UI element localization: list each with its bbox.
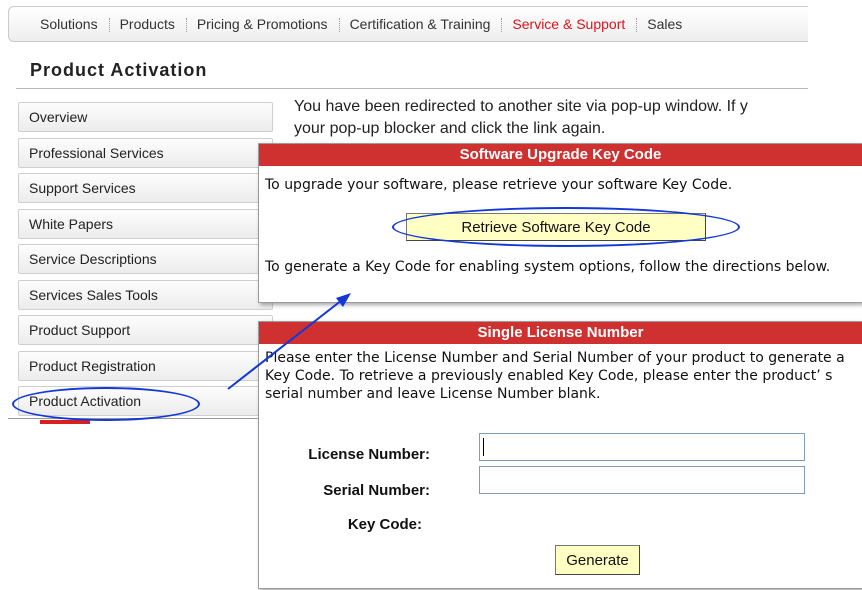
license-panel-header: Single License Number	[259, 322, 862, 344]
serial-number-label: Serial Number:	[323, 482, 430, 499]
nav-item-sales[interactable]: Sales	[636, 16, 693, 32]
retrieve-button-highlight-oval	[392, 207, 740, 247]
sidebar-item-white-papers[interactable]: White Papers	[18, 208, 273, 239]
redirect-message: You have been redirected to another site…	[294, 96, 808, 140]
title-divider	[16, 88, 808, 89]
license-number-label: License Number:	[308, 446, 430, 463]
nav-item-pricing-promotions[interactable]: Pricing & Promotions	[185, 16, 339, 32]
upgrade-intro-text: To upgrade your software, please retriev…	[265, 177, 733, 193]
product-activation-highlight-oval	[12, 387, 200, 421]
serial-number-input[interactable]	[479, 466, 805, 494]
key-code-label: Key Code:	[347, 516, 422, 533]
upgrade-panel-header: Software Upgrade Key Code	[259, 144, 862, 166]
license-instructions-text: Please enter the License Number and Seri…	[265, 350, 845, 402]
nav-item-solutions[interactable]: Solutions	[29, 16, 109, 32]
sidebar-item-product-registration[interactable]: Product Registration	[18, 350, 273, 381]
page-title: Product Activation	[30, 60, 208, 80]
sidebar-item-overview[interactable]: Overview	[18, 102, 273, 132]
upgrade-directions-text: To generate a Key Code for enabling syst…	[265, 259, 831, 275]
text-cursor	[483, 438, 484, 456]
sidebar-item-support-services[interactable]: Support Services	[18, 173, 273, 203]
sidebar-item-product-support[interactable]: Product Support	[18, 315, 273, 345]
license-number-input[interactable]	[479, 433, 805, 461]
nav-item-products[interactable]: Products	[108, 16, 186, 32]
sidebar-item-services-sales-tools[interactable]: Services Sales Tools	[18, 279, 273, 310]
sidebar: Overview Professional Services Support S…	[18, 102, 273, 418]
sidebar-item-professional-services[interactable]: Professional Services	[18, 137, 273, 168]
truncated-red-link	[40, 420, 90, 424]
redirect-message-line-1: You have been redirected to another site…	[294, 98, 748, 115]
top-navigation: Solutions Products Pricing & Promotions …	[8, 6, 808, 42]
sidebar-item-service-descriptions[interactable]: Service Descriptions	[18, 244, 273, 274]
single-license-panel: Single License Number Please enter the L…	[258, 321, 862, 589]
generate-button[interactable]: Generate	[555, 545, 640, 575]
redirect-message-line-2: your pop-up blocker and click the link a…	[294, 120, 606, 137]
nav-item-service-support[interactable]: Service & Support	[501, 16, 636, 32]
nav-item-certification-training[interactable]: Certification & Training	[338, 16, 502, 32]
